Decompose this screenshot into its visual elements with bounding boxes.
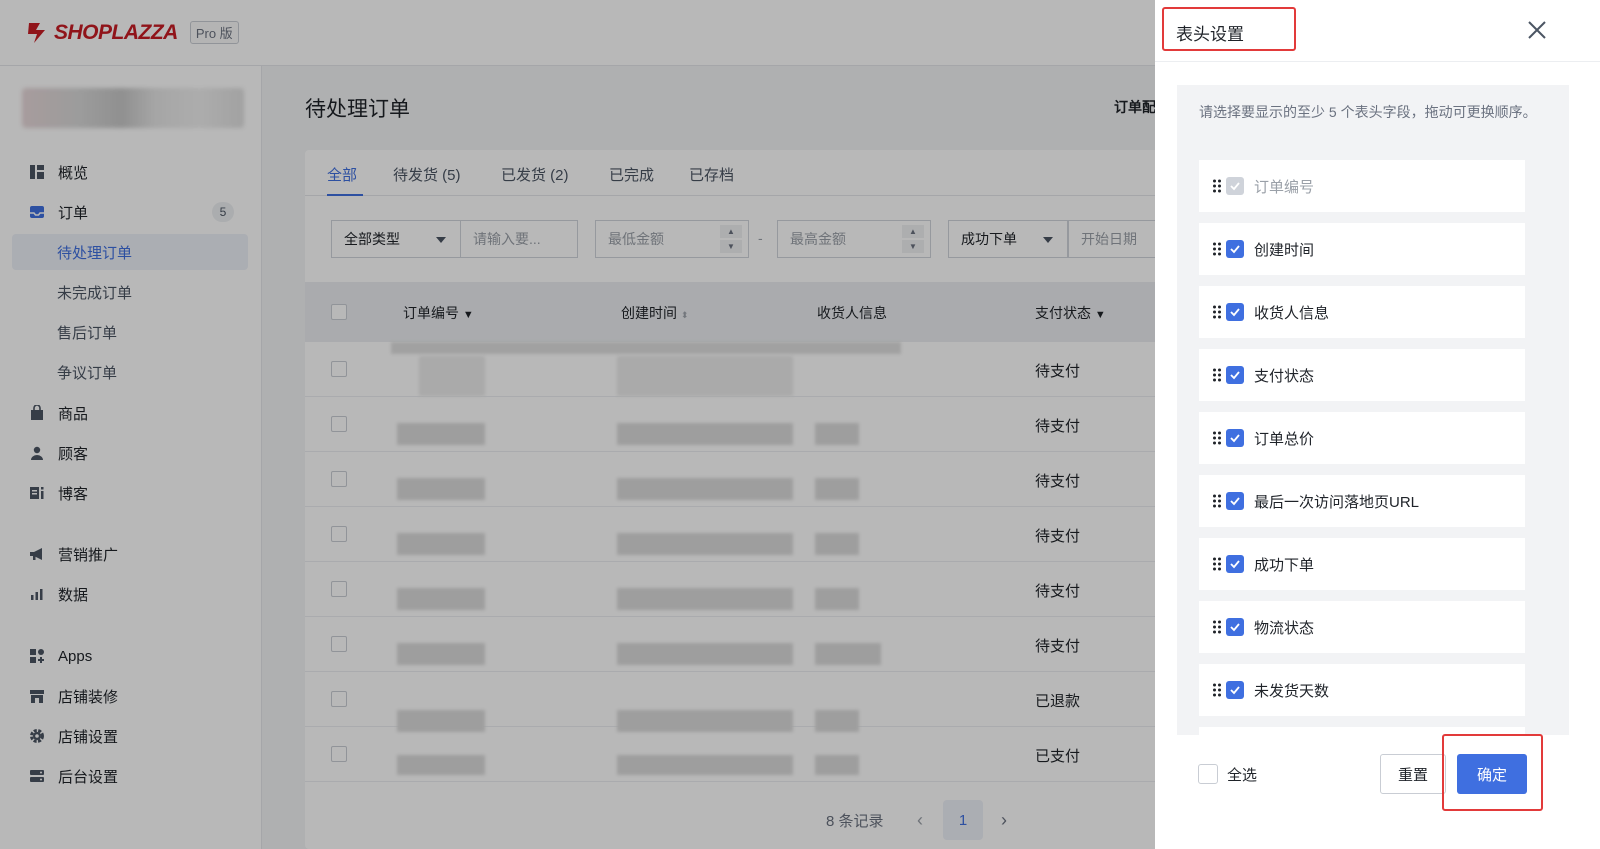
drag-handle-icon[interactable] [1212, 367, 1222, 383]
field-checkbox[interactable] [1226, 429, 1244, 447]
field-item-order-number[interactable]: 订单编号 [1199, 160, 1525, 212]
field-item-recipient-info[interactable]: 收货人信息 [1199, 286, 1525, 338]
confirm-button[interactable]: 确定 [1457, 754, 1527, 794]
drag-handle-icon[interactable] [1212, 241, 1222, 257]
field-label: 订单编号 [1254, 178, 1315, 196]
field-label: 收货人信息 [1254, 304, 1330, 322]
field-item-successful-order[interactable]: 成功下单 [1199, 538, 1525, 590]
field-label: 成功下单 [1254, 556, 1315, 574]
close-icon[interactable] [1525, 18, 1549, 42]
column-settings-drawer: 表头设置 请选择要显示的至少 5 个表头字段，拖动可更换顺序。 订单编号 创建时… [1155, 0, 1600, 849]
drag-handle-icon[interactable] [1212, 682, 1222, 698]
field-checkbox[interactable] [1226, 240, 1244, 258]
field-checkbox[interactable] [1226, 303, 1244, 321]
field-label: 未发货天数 [1254, 682, 1330, 700]
field-checkbox[interactable] [1226, 492, 1244, 510]
drag-handle-icon[interactable] [1212, 493, 1222, 509]
field-label: 物流状态 [1254, 619, 1315, 637]
field-item-days-unshipped[interactable]: 未发货天数 [1199, 664, 1525, 716]
field-label: 创建时间 [1254, 241, 1315, 259]
field-checkbox[interactable] [1226, 681, 1244, 699]
drawer-description: 请选择要显示的至少 5 个表头字段，拖动可更换顺序。 [1199, 104, 1537, 120]
reset-button[interactable]: 重置 [1380, 754, 1446, 794]
field-checkbox[interactable] [1226, 618, 1244, 636]
field-list-panel: 请选择要显示的至少 5 个表头字段，拖动可更换顺序。 订单编号 创建时间 收货人… [1177, 85, 1569, 735]
field-checkbox[interactable] [1226, 366, 1244, 384]
field-item-order-total[interactable]: 订单总价 [1199, 412, 1525, 464]
drag-handle-icon[interactable] [1212, 304, 1222, 320]
select-all-label: 全选 [1227, 767, 1258, 784]
field-label: 最后一次访问落地页URL [1254, 493, 1420, 511]
drag-handle-icon[interactable] [1212, 430, 1222, 446]
field-item-landing-page-url[interactable]: 最后一次访问落地页URL [1199, 475, 1525, 527]
modal-overlay[interactable] [0, 0, 1155, 849]
drag-handle-icon[interactable] [1212, 178, 1222, 194]
drag-handle-icon[interactable] [1212, 619, 1222, 635]
select-all-checkbox[interactable] [1198, 764, 1218, 784]
field-item-created-time[interactable]: 创建时间 [1199, 223, 1525, 275]
field-label: 订单总价 [1254, 430, 1315, 448]
field-checkbox[interactable] [1226, 555, 1244, 573]
field-item-logistics-status[interactable]: 物流状态 [1199, 601, 1525, 653]
field-label: 支付状态 [1254, 367, 1315, 385]
drawer-title: 表头设置 [1176, 25, 1244, 44]
drag-handle-icon[interactable] [1212, 556, 1222, 572]
field-checkbox [1226, 177, 1244, 195]
field-item-payment-status[interactable]: 支付状态 [1199, 349, 1525, 401]
drawer-header: 表头设置 [1155, 0, 1600, 62]
